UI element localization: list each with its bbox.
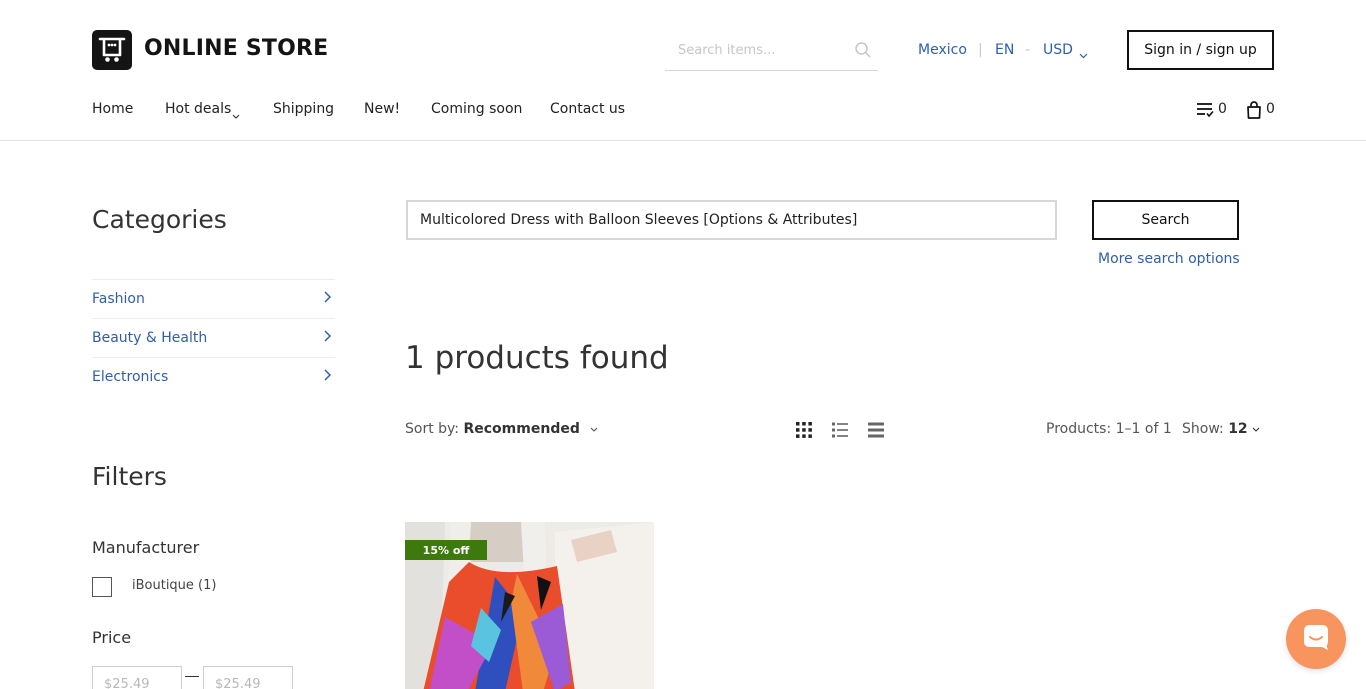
products-range: Products: 1–1 of 1 bbox=[1046, 421, 1172, 437]
nav-hot-deals[interactable]: Hot deals bbox=[165, 101, 231, 117]
nav-coming-soon[interactable]: Coming soon bbox=[431, 101, 522, 117]
category-label: Fashion bbox=[92, 291, 145, 307]
nav-home[interactable]: Home bbox=[92, 101, 133, 117]
manufacturer-checkbox[interactable] bbox=[92, 577, 112, 597]
items-per-page-control[interactable]: Show: 12 bbox=[1182, 421, 1260, 437]
manufacturer-heading: Manufacturer bbox=[92, 538, 200, 557]
chevron-down-icon[interactable] bbox=[1252, 421, 1260, 437]
sort-label: Sort by: bbox=[405, 421, 460, 437]
category-electronics[interactable]: Electronics bbox=[92, 357, 335, 396]
more-search-options-link[interactable]: More search options bbox=[1098, 251, 1240, 267]
category-label: Electronics bbox=[92, 369, 169, 385]
search-button[interactable]: Search bbox=[1092, 200, 1239, 240]
store-name[interactable]: ONLINE STORE bbox=[144, 36, 328, 61]
currency-selector[interactable]: USD bbox=[1043, 42, 1073, 58]
wishlist-icon[interactable] bbox=[1196, 102, 1214, 122]
header-search bbox=[665, 31, 878, 71]
wishlist-count: 0 bbox=[1218, 101, 1227, 117]
sign-in-button[interactable]: Sign in / sign up bbox=[1127, 30, 1274, 70]
compact-list-view-icon[interactable] bbox=[867, 421, 885, 443]
search-icon[interactable] bbox=[854, 41, 872, 63]
chevron-right-icon bbox=[324, 330, 332, 346]
price-range-dash bbox=[185, 676, 199, 677]
cart-count: 0 bbox=[1266, 101, 1275, 117]
language-selector[interactable]: EN bbox=[995, 42, 1014, 58]
grid-view-icon[interactable] bbox=[795, 421, 813, 443]
cart-bag-icon[interactable] bbox=[1246, 101, 1262, 123]
chevron-right-icon bbox=[324, 291, 332, 307]
nav-new[interactable]: New! bbox=[364, 101, 400, 117]
header-search-input[interactable] bbox=[665, 31, 835, 69]
results-count-heading: 1 products found bbox=[405, 340, 669, 376]
category-fashion[interactable]: Fashion bbox=[92, 279, 335, 318]
list-view-icon[interactable] bbox=[831, 421, 849, 443]
show-label: Show: bbox=[1182, 421, 1224, 437]
chat-launcher-button[interactable] bbox=[1286, 609, 1346, 669]
price-max-input[interactable]: $25.49 bbox=[203, 666, 293, 689]
discount-badge: 15% off bbox=[405, 540, 487, 560]
sort-control[interactable]: Sort by: Recommended bbox=[405, 421, 598, 437]
chevron-down-icon[interactable] bbox=[232, 108, 240, 124]
price-heading: Price bbox=[92, 628, 132, 647]
main-search-field[interactable]: Multicolored Dress with Balloon Sleeves … bbox=[406, 200, 1057, 240]
nav-contact-us[interactable]: Contact us bbox=[550, 101, 625, 117]
filters-heading: Filters bbox=[92, 462, 167, 491]
header-divider bbox=[0, 140, 1366, 141]
chevron-down-icon[interactable] bbox=[590, 421, 598, 437]
price-min-input[interactable]: $25.49 bbox=[92, 666, 182, 689]
country-selector[interactable]: Mexico bbox=[918, 42, 967, 58]
category-label: Beauty & Health bbox=[92, 330, 208, 346]
category-beauty-health[interactable]: Beauty & Health bbox=[92, 318, 335, 357]
chevron-down-icon[interactable] bbox=[1079, 47, 1088, 63]
categories-heading: Categories bbox=[92, 205, 227, 234]
nav-shipping[interactable]: Shipping bbox=[273, 101, 334, 117]
chat-icon bbox=[1302, 623, 1330, 655]
chevron-right-icon bbox=[324, 369, 332, 385]
sort-value[interactable]: Recommended bbox=[463, 421, 579, 437]
header-separator: | bbox=[978, 42, 983, 58]
show-value[interactable]: 12 bbox=[1228, 421, 1247, 437]
manufacturer-option-label[interactable]: iBoutique (1) bbox=[132, 578, 216, 593]
store-logo-icon[interactable] bbox=[92, 30, 132, 70]
header-dash: - bbox=[1025, 42, 1031, 58]
